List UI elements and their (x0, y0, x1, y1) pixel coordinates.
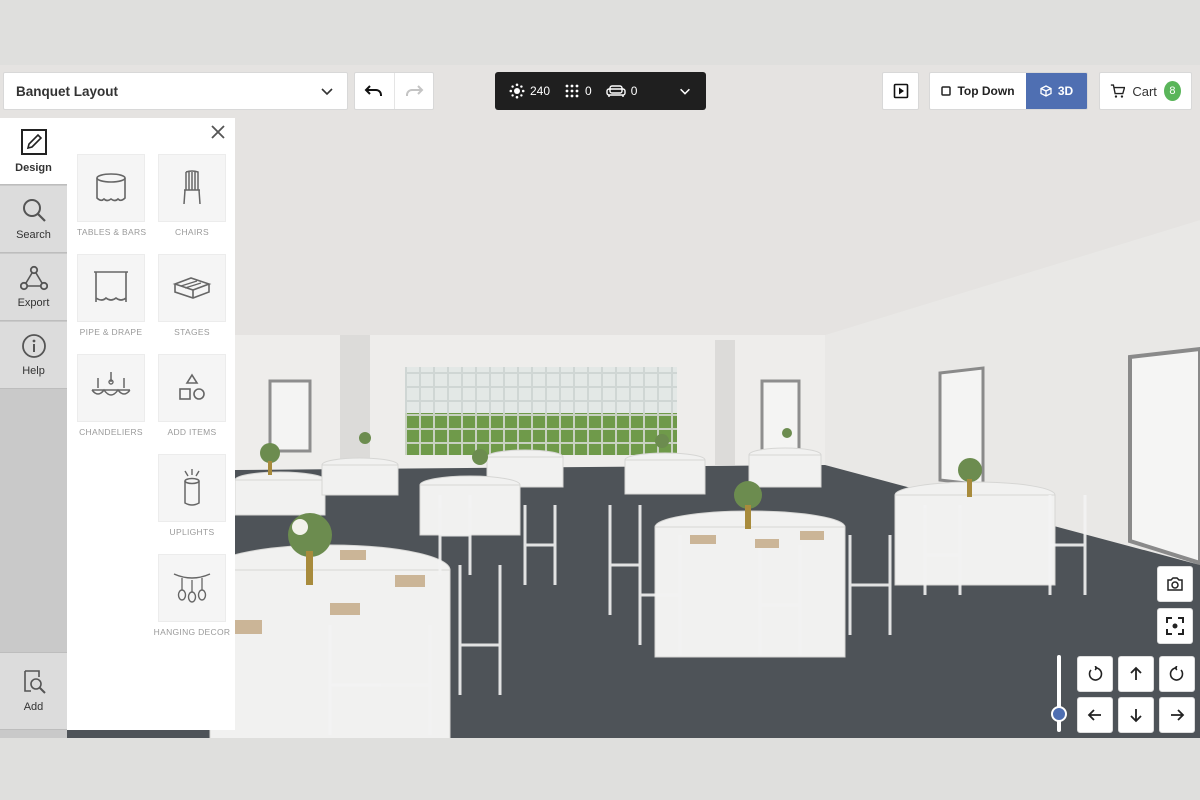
tables-grid-icon (565, 84, 579, 98)
layout-select-value: Banquet Layout (16, 83, 119, 99)
search-icon (22, 199, 46, 222)
focus-button[interactable] (1157, 608, 1193, 644)
chair-icon (183, 170, 201, 205)
top-down-button[interactable]: Top Down (930, 73, 1026, 109)
focus-icon (1166, 617, 1184, 635)
sofa-icon (606, 85, 626, 97)
guests-icon (509, 83, 525, 99)
tile-hanging-decor[interactable]: HANGING DECOR (154, 554, 230, 637)
info-icon (21, 334, 46, 358)
rail-item-add[interactable]: Add (0, 652, 67, 730)
tile-pipe-drape[interactable]: PIPE & DRAPE (77, 254, 145, 337)
zoom-slider-knob[interactable] (1051, 706, 1067, 722)
guests-stat: 240 (509, 83, 550, 99)
tile-add-items[interactable]: ADD ITEMS (158, 354, 226, 437)
drape-icon (94, 271, 128, 302)
catalog-panel: TABLES & BARS CHAIRS PIPE & DRAPE STAGES… (67, 118, 235, 730)
add-search-icon (23, 670, 46, 694)
arrow-right-icon (1171, 709, 1185, 721)
share-nodes-icon (19, 265, 48, 291)
undo-button[interactable] (355, 73, 394, 109)
tile-chandeliers[interactable]: CHANDELIERS (77, 354, 145, 437)
redo-button[interactable] (393, 73, 434, 109)
undo-icon (364, 85, 383, 96)
stage-icon (172, 277, 212, 299)
tile-stages[interactable]: STAGES (158, 254, 226, 337)
rail-label-add: Add (23, 701, 44, 713)
play-icon (893, 83, 908, 99)
left-rail: Design Search Export Help Add (0, 118, 67, 738)
tile-label-pipe-drape: PIPE & DRAPE (79, 327, 143, 337)
3d-label: 3D (1057, 84, 1074, 98)
rail-item-help[interactable]: Help (0, 322, 67, 389)
chevron-down-icon[interactable] (678, 84, 692, 98)
rail-label-design: Design (15, 162, 52, 174)
lounge-stat: 0 (606, 84, 638, 98)
rail-item-export[interactable]: Export (0, 254, 67, 321)
move-back-button[interactable] (1118, 697, 1154, 733)
rail-label-export: Export (17, 297, 50, 309)
tile-label-chairs: CHAIRS (175, 227, 209, 237)
rail-label-help: Help (22, 365, 45, 377)
tile-uplights[interactable]: UPLIGHTS (158, 454, 226, 537)
move-left-button[interactable] (1077, 697, 1113, 733)
rail-item-design[interactable]: Design (0, 118, 67, 185)
lounge-count: 0 (630, 84, 638, 98)
tile-label-chandeliers: CHANDELIERS (79, 427, 143, 437)
tile-label-uplights: UPLIGHTS (169, 527, 215, 537)
rotate-left-icon (1088, 666, 1103, 681)
hanging-decor-icon (173, 573, 211, 603)
cart-icon (1110, 84, 1126, 98)
guests-count: 240 (530, 84, 551, 98)
screenshot-button[interactable] (1157, 566, 1193, 602)
tile-label-stages: STAGES (174, 327, 210, 337)
top-down-label: Top Down (957, 84, 1015, 98)
rail-item-search[interactable]: Search (0, 186, 67, 253)
undo-redo-group (354, 72, 434, 110)
tile-label-hanging-decor: HANGING DECOR (153, 627, 231, 637)
redo-icon (405, 85, 424, 96)
arrow-down-icon (1130, 709, 1142, 723)
uplight-icon (184, 469, 200, 506)
rotate-right-button[interactable] (1159, 656, 1195, 692)
cart-label: Cart (1132, 83, 1157, 99)
square-icon (941, 86, 952, 96)
tablecloth-icon (96, 173, 126, 202)
play-button[interactable] (882, 72, 919, 110)
tables-count: 0 (585, 84, 592, 98)
move-right-button[interactable] (1159, 697, 1195, 733)
rotate-right-icon (1169, 666, 1184, 681)
arrow-up-icon (1130, 666, 1142, 680)
tile-chairs[interactable]: CHAIRS (158, 154, 226, 237)
rail-label-search: Search (16, 229, 51, 241)
cube-icon (1040, 85, 1052, 97)
tile-label-add-items: ADD ITEMS (167, 427, 217, 437)
move-forward-button[interactable] (1118, 656, 1154, 692)
rotate-left-button[interactable] (1077, 656, 1113, 692)
arrow-left-icon (1087, 709, 1101, 721)
layout-select[interactable]: Banquet Layout (3, 72, 348, 110)
chevron-down-icon (321, 88, 333, 96)
pencil-box-icon (20, 129, 47, 155)
camera-icon (1167, 577, 1183, 591)
3d-view-button[interactable]: 3D (1026, 73, 1087, 109)
view-toggle: Top Down 3D (929, 72, 1088, 110)
cart-count-badge: 8 (1163, 81, 1181, 101)
cart-button[interactable]: Cart 8 (1099, 72, 1192, 110)
stats-bar[interactable]: 240 0 0 (495, 72, 706, 110)
chandelier-icon (91, 372, 131, 396)
tables-stat: 0 (564, 83, 592, 99)
tile-label-tables-bars: TABLES & BARS (77, 227, 147, 237)
close-icon[interactable] (209, 123, 227, 141)
tile-tables-bars[interactable]: TABLES & BARS (77, 154, 147, 237)
shapes-icon (179, 373, 205, 400)
